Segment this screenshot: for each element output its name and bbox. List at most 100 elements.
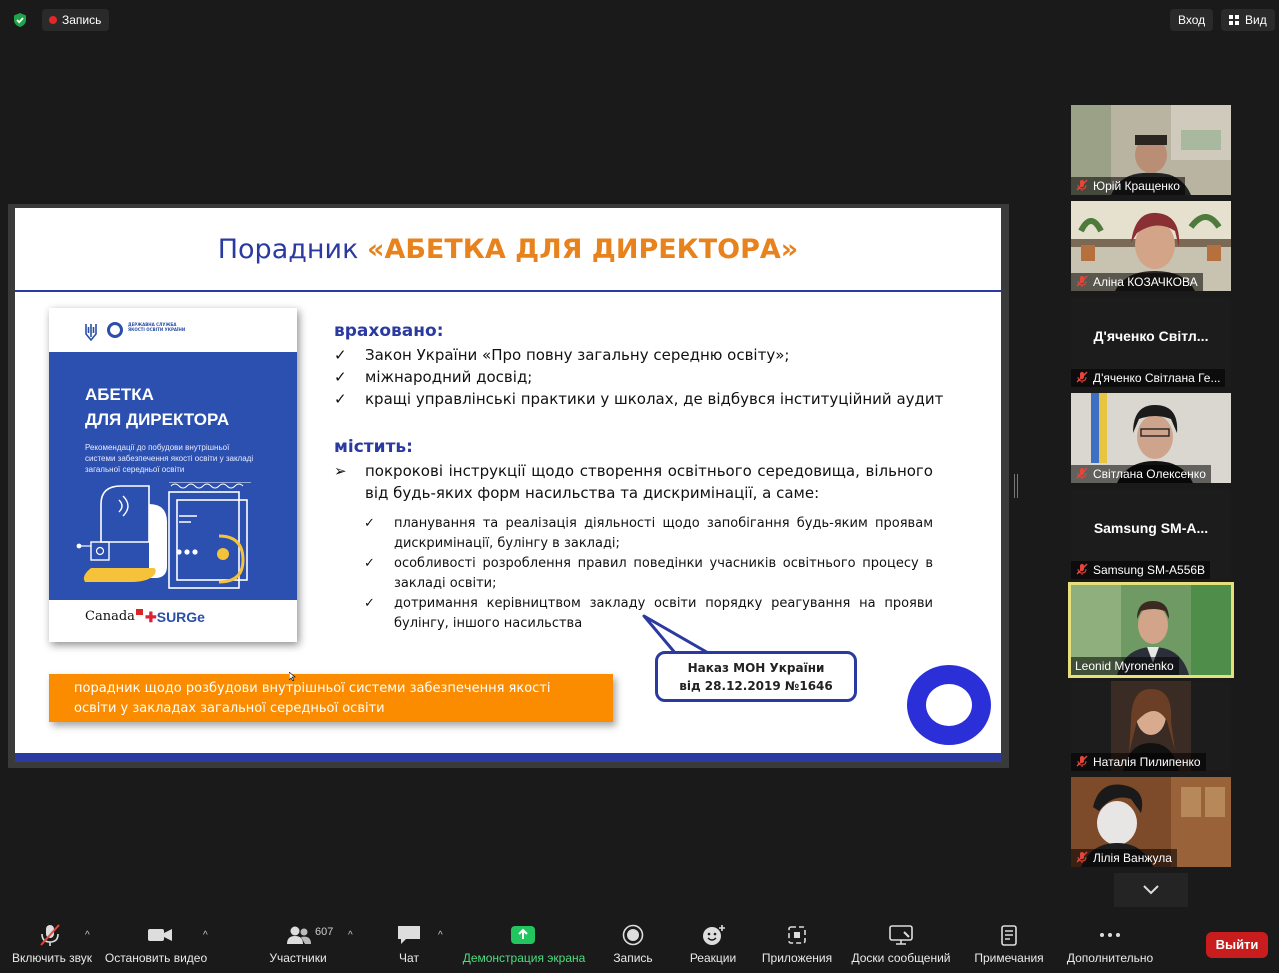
- trident-icon: [85, 324, 97, 341]
- unmute-button[interactable]: ^ Включить звук: [0, 914, 100, 973]
- mouse-cursor-icon: [289, 672, 296, 681]
- share-screen-label: Демонстрация экрана: [462, 951, 586, 965]
- participant-tile-3[interactable]: Д'яченко Світл... Д'яченко Світлана Ге..…: [1071, 297, 1231, 387]
- record-icon: [622, 924, 644, 946]
- leave-button[interactable]: Выйти: [1206, 932, 1268, 958]
- canada-logo: Canada: [85, 609, 143, 624]
- reactions-button[interactable]: Реакции: [680, 914, 746, 973]
- included-item-1: ✓ Закон України «Про повну загальну серед…: [334, 344, 954, 366]
- contains-item-1: ✓ планування та реалізація діяльності щод…: [364, 514, 933, 554]
- whiteboard-icon: [889, 925, 913, 945]
- surge-logo-text: SURGe: [156, 609, 205, 625]
- recording-label: Запись: [62, 13, 102, 27]
- callout-line1: Наказ МОН України: [687, 661, 825, 675]
- book-illustration-icon: [76, 482, 251, 589]
- surge-mark-icon: ✚: [145, 609, 157, 625]
- section-included-heading: враховано:: [334, 321, 444, 341]
- orange-note-text: порадник щодо розбудови внутрішньої сист…: [74, 681, 551, 716]
- slide-bottom-bar: [15, 753, 1001, 762]
- notes-label: Примечания: [974, 951, 1044, 965]
- slide-title-prefix: Порадник: [217, 234, 367, 265]
- section-contains-heading: містить:: [334, 437, 413, 457]
- view-button[interactable]: Вид: [1221, 9, 1275, 31]
- emoji-reaction-icon: [703, 925, 725, 945]
- reactions-label: Реакции: [689, 951, 737, 965]
- check-mark-icon: ✓: [334, 390, 347, 408]
- shield-check-icon[interactable]: [12, 12, 28, 28]
- video-options-caret-icon[interactable]: ^: [203, 930, 208, 941]
- apps-label: Приложения: [761, 951, 833, 965]
- included-item-text: кращі управлінські практики у школах, де…: [365, 390, 944, 408]
- participant-name-text: Наталія Пилипенко: [1093, 755, 1201, 769]
- enter-button[interactable]: Вход: [1170, 9, 1214, 31]
- gallery-scroll-down-button[interactable]: [1114, 873, 1188, 907]
- book-cover-header: ДЕРЖАВНА СЛУЖБА ЯКОСТІ ОСВІТИ УКРАЇНИ: [49, 308, 297, 352]
- surge-logo: ✚SURGe: [145, 609, 205, 626]
- record-button[interactable]: Запись: [600, 914, 666, 973]
- audio-options-caret-icon[interactable]: ^: [85, 930, 90, 941]
- whiteboards-label: Доски сообщений: [851, 951, 951, 965]
- book-title: АБЕТКА ДЛЯ ДИРЕКТОРА: [85, 382, 229, 432]
- participants-icon: [287, 926, 311, 944]
- participant-name-text: Аліна КОЗАЧКОВА: [1093, 275, 1198, 289]
- participant-tile-6-active-speaker[interactable]: Leonid Myronenko: [1068, 582, 1234, 678]
- contains-item-text: особливості розроблення правил поведінки…: [394, 556, 933, 591]
- notes-button[interactable]: Примечания: [968, 914, 1050, 973]
- participant-name-text: Юрій Кращенко: [1093, 179, 1180, 193]
- check-mark-icon: ✓: [364, 596, 375, 611]
- included-item-2: ✓ міжнародний досвід;: [334, 366, 954, 388]
- record-label: Запись: [613, 951, 653, 965]
- participant-name: Аліна КОЗАЧКОВА: [1071, 273, 1203, 291]
- mic-muted-icon: [1076, 755, 1088, 767]
- recording-indicator[interactable]: Запись: [42, 9, 110, 31]
- canada-logo-text: Canada: [85, 609, 135, 624]
- share-screen-button[interactable]: Демонстрация экрана: [458, 914, 590, 973]
- chat-button[interactable]: ^ Чат: [382, 914, 452, 973]
- book-title-line2: ДЛЯ ДИРЕКТОРА: [85, 410, 230, 429]
- order-callout: Наказ МОН України від 28.12.2019 №1646: [655, 651, 857, 702]
- participants-count: 607: [315, 926, 334, 938]
- participant-tile-2[interactable]: Аліна КОЗАЧКОВА: [1071, 201, 1231, 291]
- apps-icon: [788, 926, 806, 944]
- book-cover-body: АБЕТКА ДЛЯ ДИРЕКТОРА Рекомендації до поб…: [49, 352, 297, 600]
- stop-video-label: Остановить видео: [104, 951, 208, 965]
- participant-display-name: Д'яченко Світл...: [1093, 328, 1209, 344]
- top-bar: Запись Вход Вид: [0, 0, 1279, 40]
- unmute-label: Включить звук: [11, 951, 93, 965]
- panel-resize-handle[interactable]: [1014, 474, 1018, 498]
- participants-options-caret-icon[interactable]: ^: [348, 930, 353, 941]
- record-dot-icon: [49, 16, 57, 24]
- stop-video-button[interactable]: ^ Остановить видео: [104, 914, 216, 973]
- maple-flag-icon: [135, 609, 143, 615]
- participant-tile-1[interactable]: Юрій Кращенко: [1071, 105, 1231, 195]
- mic-muted-icon: [40, 924, 60, 946]
- video-camera-icon: [148, 929, 172, 941]
- mic-muted-icon: [1076, 563, 1088, 575]
- participant-name: Світлана Олексенко: [1071, 465, 1211, 483]
- grid-view-icon: [1229, 15, 1239, 25]
- participant-name-text: Лілія Ванжула: [1093, 851, 1172, 865]
- ring-logo-icon: [907, 665, 991, 745]
- participants-button[interactable]: 607 ^ Участники: [262, 914, 366, 973]
- participants-label: Участники: [269, 951, 327, 965]
- contains-item-text: планування та реалізація діяльності щодо…: [394, 516, 933, 551]
- enter-label: Вход: [1178, 13, 1206, 27]
- participant-display-name: Samsung SM-A...: [1093, 520, 1209, 536]
- participant-tile-7[interactable]: Наталія Пилипенко: [1071, 681, 1231, 771]
- whiteboards-button[interactable]: Доски сообщений: [846, 914, 956, 973]
- share-screen-arrow-icon: [511, 926, 535, 944]
- contains-item-2: ✓ особливості розроблення правил поведінк…: [364, 554, 933, 594]
- chat-options-caret-icon[interactable]: ^: [438, 930, 443, 941]
- participant-name: Д'яченко Світлана Ге...: [1071, 369, 1226, 387]
- apps-button[interactable]: Приложения: [756, 914, 838, 973]
- orange-note-box: порадник щодо розбудови внутрішньої сист…: [49, 674, 613, 722]
- slide-title: Порадник «АБЕТКА ДЛЯ ДИРЕКТОРА»: [15, 234, 1001, 265]
- participant-tile-5[interactable]: Samsung SM-A... Samsung SM-A556B: [1071, 489, 1231, 579]
- arrow-bullet-icon: ➢: [334, 462, 347, 480]
- participant-tile-4[interactable]: Світлана Олексенко: [1071, 393, 1231, 483]
- more-dots-icon: [1100, 933, 1120, 937]
- included-item-3: ✓ кращі управлінські практики у школах, д…: [334, 388, 974, 410]
- more-button[interactable]: Дополнительно: [1060, 914, 1160, 973]
- participant-tile-8[interactable]: Лілія Ванжула: [1071, 777, 1231, 867]
- check-mark-icon: ✓: [364, 516, 375, 531]
